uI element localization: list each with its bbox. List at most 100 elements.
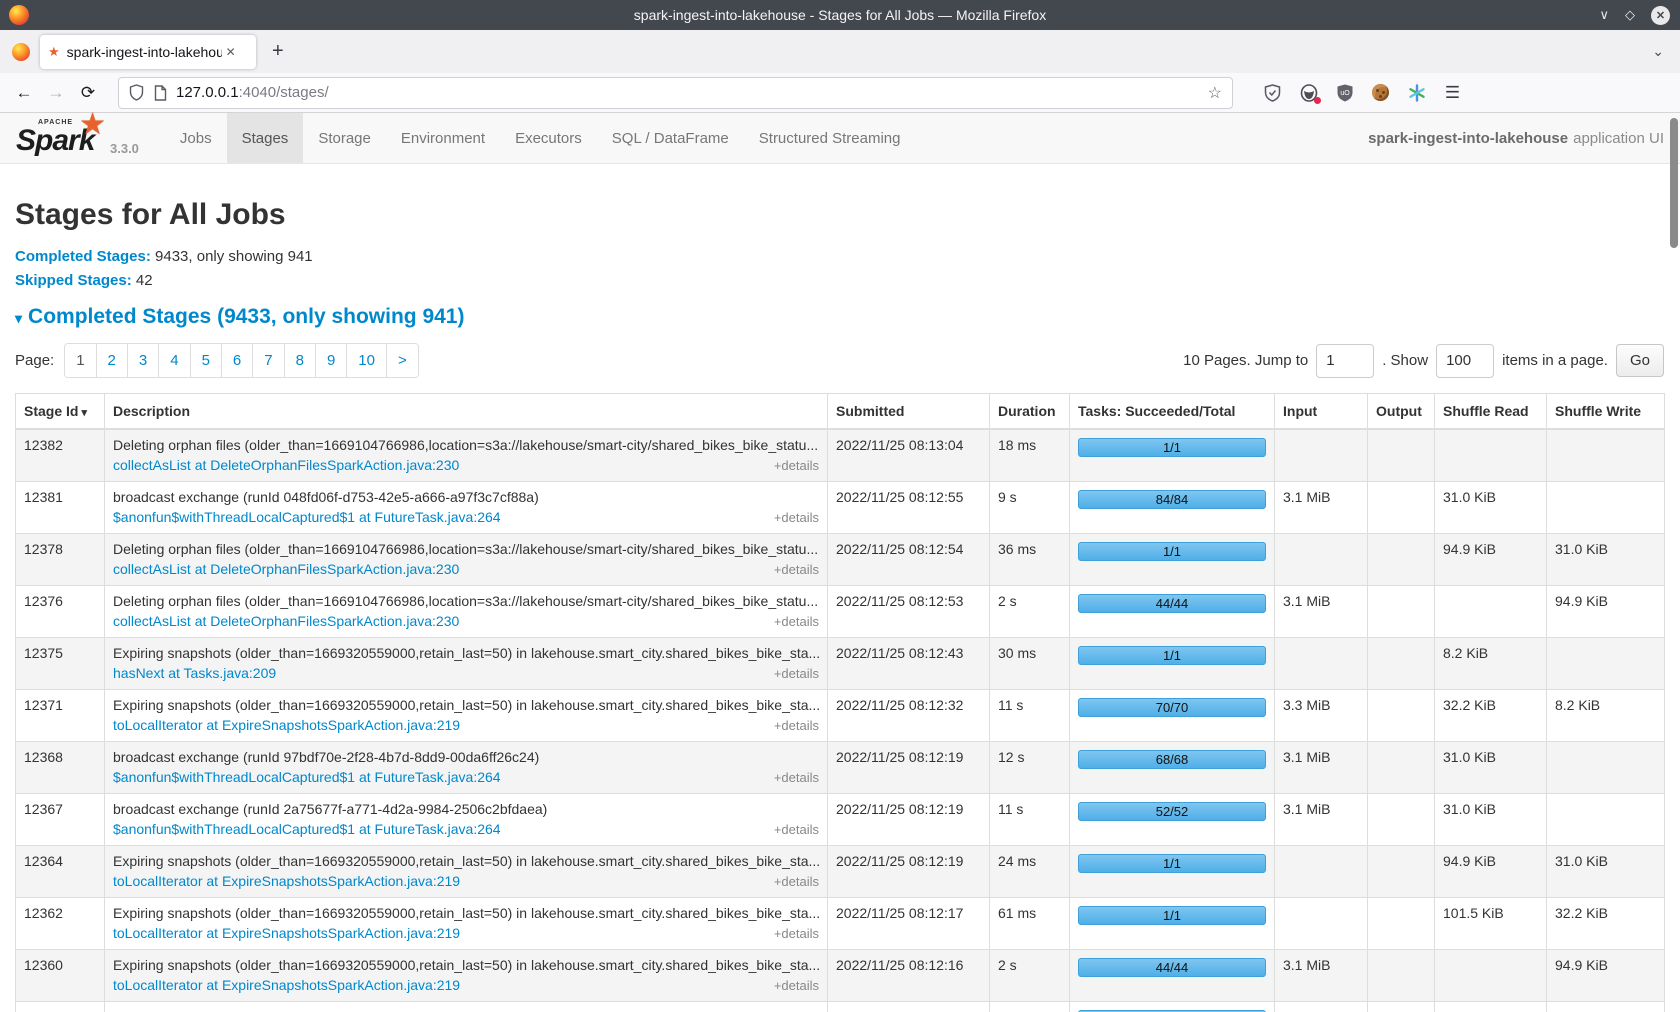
details-toggle[interactable]: +details (774, 458, 819, 473)
forward-button[interactable]: → (40, 83, 72, 103)
description-cell: Expiring snapshots (older_than=166932055… (105, 637, 828, 689)
spark-star-icon: ★ (79, 107, 106, 142)
column-header-duration[interactable]: Duration (990, 394, 1070, 430)
stage-callsite-link[interactable]: toLocalIterator at ExpireSnapshotsSparkA… (113, 873, 460, 889)
input-cell: 3.1 MiB (1275, 793, 1368, 845)
details-toggle[interactable]: +details (774, 510, 819, 525)
page-button-2[interactable]: 2 (96, 344, 127, 377)
nav-item-storage[interactable]: Storage (303, 113, 386, 163)
column-header-tasks-succeeded-total[interactable]: Tasks: Succeeded/Total (1070, 394, 1275, 430)
containers-mask-extension-icon[interactable] (1299, 83, 1318, 102)
reload-button[interactable]: ⟳ (72, 83, 104, 103)
stage-callsite-link[interactable]: hasNext at Tasks.java:209 (113, 665, 276, 681)
details-toggle[interactable]: +details (774, 718, 819, 733)
details-toggle[interactable]: +details (774, 666, 819, 681)
browser-tab[interactable]: ★ spark-ingest-into-lakehous ✕ (40, 35, 256, 69)
tasks-cell: 68/68 (1070, 741, 1275, 793)
page-button-9[interactable]: 9 (315, 344, 346, 377)
input-cell (1275, 429, 1368, 481)
cookie-extension-icon[interactable] (1371, 83, 1390, 102)
page-button-7[interactable]: 7 (252, 344, 283, 377)
page-button-4[interactable]: 4 (158, 344, 189, 377)
stage-description: Expiring snapshots (older_than=166932055… (113, 957, 819, 973)
nav-item-sql-dataframe[interactable]: SQL / DataFrame (597, 113, 744, 163)
minimize-icon[interactable]: ∨ (1599, 7, 1609, 23)
submitted-cell: 2022/11/25 08:12:53 (828, 585, 990, 637)
back-button[interactable]: ← (8, 83, 40, 103)
stage-callsite-link[interactable]: toLocalIterator at ExpireSnapshotsSparkA… (113, 717, 460, 733)
column-header-stage-id[interactable]: Stage Id▾ (16, 394, 105, 430)
output-cell (1368, 689, 1435, 741)
details-toggle[interactable]: +details (774, 926, 819, 941)
details-toggle[interactable]: +details (774, 770, 819, 785)
nav-item-stages[interactable]: Stages (227, 113, 304, 163)
shield-check-extension-icon[interactable] (1263, 83, 1282, 102)
shuffle-read-cell: 101.5 KiB (1435, 897, 1547, 949)
page-button-10[interactable]: 10 (346, 344, 386, 377)
stage-callsite-link[interactable]: $anonfun$withThreadLocalCaptured$1 at Fu… (113, 821, 501, 837)
page-button-6[interactable]: 6 (221, 344, 252, 377)
stage-callsite-link[interactable]: collectAsList at DeleteOrphanFilesSparkA… (113, 457, 459, 473)
pages-count-text: 10 Pages. Jump to (1183, 352, 1308, 369)
application-suffix: application UI (1573, 130, 1664, 147)
close-icon[interactable]: ✕ (1651, 6, 1670, 25)
column-header-submitted[interactable]: Submitted (828, 394, 990, 430)
page-scrollbar[interactable] (1670, 118, 1678, 248)
skipped-stages-link[interactable]: Skipped Stages: (15, 272, 132, 289)
nav-item-environment[interactable]: Environment (386, 113, 500, 163)
url-text[interactable]: 127.0.0.1:4040/stages/ (176, 84, 1208, 101)
column-header-description[interactable]: Description (105, 394, 828, 430)
stage-callsite-link[interactable]: toLocalIterator at ExpireSnapshotsSparkA… (113, 925, 460, 941)
details-toggle[interactable]: +details (774, 978, 819, 993)
bookmark-star-icon[interactable]: ☆ (1208, 83, 1222, 103)
duration-cell: 2 s (990, 585, 1070, 637)
column-header-shuffle-write[interactable]: Shuffle Write (1547, 394, 1665, 430)
asterisk-extension-icon[interactable] (1407, 83, 1426, 102)
details-toggle[interactable]: +details (774, 614, 819, 629)
submitted-cell: 2022/11/25 08:12:16 (828, 949, 990, 1001)
new-tab-button[interactable]: + (272, 40, 284, 63)
ublock-extension-icon[interactable]: uO (1335, 83, 1354, 102)
column-header-output[interactable]: Output (1368, 394, 1435, 430)
stage-callsite-link[interactable]: collectAsList at DeleteOrphanFilesSparkA… (113, 613, 459, 629)
page-button-8[interactable]: 8 (284, 344, 315, 377)
completed-stages-section-header[interactable]: ▾Completed Stages (9433, only showing 94… (15, 305, 1664, 329)
nav-item-executors[interactable]: Executors (500, 113, 597, 163)
go-button[interactable]: Go (1616, 344, 1664, 377)
url-bar[interactable]: 127.0.0.1:4040/stages/ ☆ (118, 77, 1233, 109)
stage-callsite-link[interactable]: $anonfun$withThreadLocalCaptured$1 at Fu… (113, 509, 501, 525)
column-header-input[interactable]: Input (1275, 394, 1368, 430)
completed-stages-summary: Completed Stages: 9433, only showing 941 (15, 248, 1664, 265)
shield-icon[interactable] (129, 84, 144, 101)
page-button-1[interactable]: 1 (65, 344, 95, 377)
nav-item-structured-streaming[interactable]: Structured Streaming (744, 113, 916, 163)
page-button-3[interactable]: 3 (127, 344, 158, 377)
details-toggle[interactable]: +details (774, 822, 819, 837)
next-page-button[interactable]: > (386, 344, 418, 377)
stage-callsite-link[interactable]: toLocalIterator at ExpireSnapshotsSparkA… (113, 977, 460, 993)
details-toggle[interactable]: +details (774, 874, 819, 889)
shuffle-write-cell: 32.2 KiB (1547, 897, 1665, 949)
maximize-icon[interactable]: ◇ (1625, 7, 1635, 23)
stage-callsite-link[interactable]: $anonfun$withThreadLocalCaptured$1 at Fu… (113, 769, 501, 785)
column-header-shuffle-read[interactable]: Shuffle Read (1435, 394, 1547, 430)
details-toggle[interactable]: +details (774, 562, 819, 577)
stage-id-cell: 12360 (16, 949, 105, 1001)
jump-to-page-input[interactable] (1316, 344, 1374, 378)
shuffle-read-cell (1435, 585, 1547, 637)
shuffle-read-cell: 31.0 KiB (1435, 793, 1547, 845)
input-cell (1275, 533, 1368, 585)
tab-list-chevron-icon[interactable]: ⌄ (1652, 43, 1664, 60)
page-info-icon[interactable] (154, 85, 167, 101)
completed-stages-link[interactable]: Completed Stages: (15, 248, 151, 265)
page-button-5[interactable]: 5 (190, 344, 221, 377)
tab-close-icon[interactable]: ✕ (226, 45, 236, 59)
items-per-page-input[interactable] (1436, 344, 1494, 378)
nav-item-jobs[interactable]: Jobs (165, 113, 227, 163)
output-cell (1368, 481, 1435, 533)
menu-icon[interactable]: ☰ (1443, 83, 1462, 102)
spark-logo[interactable]: APACHE Spark ★ 3.3.0 (0, 113, 139, 163)
stage-callsite-link[interactable]: collectAsList at DeleteOrphanFilesSparkA… (113, 561, 459, 577)
output-cell (1368, 585, 1435, 637)
window-title: spark-ingest-into-lakehouse - Stages for… (0, 7, 1680, 23)
